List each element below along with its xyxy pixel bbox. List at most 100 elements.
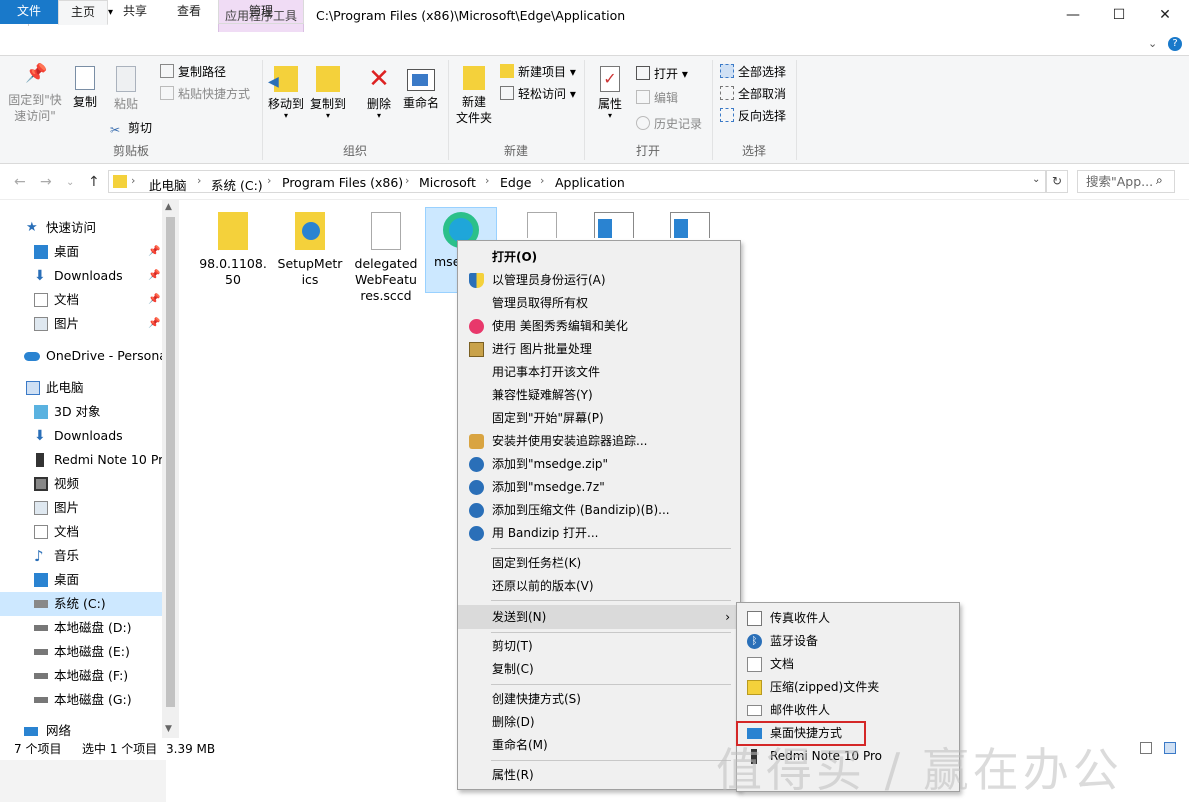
file-item-folder-98[interactable]: 98.0.1108. 50 <box>197 208 269 288</box>
menu-properties[interactable]: 属性(R) <box>458 764 740 787</box>
close-button[interactable]: ✕ <box>1142 0 1188 32</box>
menu-send-to[interactable]: 发送到(N) › <box>458 605 740 629</box>
menu-notepad[interactable]: 用记事本打开该文件 <box>458 361 740 384</box>
crumb-program-files[interactable]: Program Files (x86) <box>282 175 403 190</box>
menu-compat[interactable]: 兼容性疑难解答(Y) <box>458 384 740 407</box>
copy-button[interactable]: 复制 <box>68 66 102 110</box>
new-folder-button[interactable]: 新建 文件夹 <box>452 66 496 126</box>
menu-copy[interactable]: 复制(C) <box>458 658 740 681</box>
nav-qa-downloads[interactable]: ⬇ Downloads 📌 <box>0 264 162 288</box>
menu-meitu[interactable]: 使用 美图秀秀编辑和美化 <box>458 315 740 338</box>
ribbon-collapse-icon[interactable]: ⌄ <box>1148 37 1157 50</box>
menu-add-zip[interactable]: 添加到"msedge.zip" <box>458 453 740 476</box>
crumb-microsoft[interactable]: Microsoft <box>419 175 476 190</box>
menu-pin-start[interactable]: 固定到"开始"屏幕(P) <box>458 407 740 430</box>
sendto-fax[interactable]: 传真收件人 <box>737 607 959 630</box>
edit-button[interactable]: 编辑 <box>636 88 678 108</box>
nav-music[interactable]: ♪ 音乐 <box>0 544 162 568</box>
search-icon[interactable]: ⌕ <box>1156 173 1163 188</box>
nav-onedrive[interactable]: OneDrive - Personal <box>0 344 162 368</box>
sendto-documents[interactable]: 文档 <box>737 653 959 676</box>
pin-quick-access-button[interactable]: 📌 固定到"快 速访问" <box>6 65 64 124</box>
back-arrow-icon[interactable]: ← <box>14 174 26 190</box>
copy-to-button[interactable]: 复制到 ▾ <box>308 66 348 120</box>
crumb-this-pc[interactable]: 此电脑 <box>149 175 187 194</box>
menu-add-archive[interactable]: 添加到压缩文件 (Bandizip)(B)... <box>458 499 740 522</box>
maximize-button[interactable]: ☐ <box>1096 0 1142 32</box>
help-icon[interactable]: ? <box>1168 37 1182 51</box>
details-view-icon[interactable] <box>1140 742 1152 754</box>
paste-button[interactable]: 粘贴 <box>108 66 144 112</box>
tab-file[interactable]: 文件 <box>0 0 58 24</box>
scroll-down-icon[interactable]: ▼ <box>165 724 172 734</box>
menu-restore-versions[interactable]: 还原以前的版本(V) <box>458 575 740 598</box>
nav-qa-desktop[interactable]: 桌面 📌 <box>0 240 162 264</box>
refresh-icon[interactable]: ↻ <box>1046 170 1068 193</box>
menu-open[interactable]: 打开(O) <box>458 246 740 269</box>
nav-desktop[interactable]: 桌面 <box>0 568 162 592</box>
file-item-delegated[interactable]: delegated WebFeatu res.sccd <box>350 208 422 304</box>
file-item-partial[interactable] <box>654 208 726 238</box>
nav-drive-d[interactable]: 本地磁盘 (D:) <box>0 616 162 640</box>
easy-access-button[interactable]: 轻松访问 ▾ <box>500 84 576 104</box>
history-button[interactable]: 历史记录 <box>636 114 702 134</box>
menu-delete[interactable]: 删除(D) <box>458 711 740 734</box>
nav-qa-pictures[interactable]: 图片 📌 <box>0 312 162 336</box>
sendto-zip[interactable]: 压缩(zipped)文件夹 <box>737 676 959 699</box>
menu-pin-taskbar[interactable]: 固定到任务栏(K) <box>458 552 740 575</box>
select-none-button[interactable]: 全部取消 <box>720 84 786 104</box>
menu-add-7z[interactable]: 添加到"msedge.7z" <box>458 476 740 499</box>
tab-view[interactable]: 查看 <box>163 0 215 24</box>
nav-drive-e[interactable]: 本地磁盘 (E:) <box>0 640 162 664</box>
large-icons-view-icon[interactable] <box>1164 742 1176 754</box>
crumb-edge[interactable]: Edge <box>500 175 531 190</box>
tab-home[interactable]: 主页 <box>58 0 108 25</box>
menu-tracker[interactable]: 安装并使用安装追踪器追踪... <box>458 430 740 453</box>
invert-selection-button[interactable]: 反向选择 <box>720 106 786 126</box>
menu-batch-process[interactable]: 进行 图片批量处理 <box>458 338 740 361</box>
up-arrow-icon[interactable]: ↑ <box>88 174 100 190</box>
properties-button[interactable]: ✓ 属性 ▾ <box>592 66 628 120</box>
menu-rename[interactable]: 重命名(M) <box>458 734 740 757</box>
menu-take-ownership[interactable]: 管理员取得所有权 <box>458 292 740 315</box>
file-item-partial[interactable] <box>578 208 650 238</box>
forward-arrow-icon[interactable]: → <box>40 174 52 190</box>
delete-button[interactable]: ✕ 删除 ▾ <box>362 66 396 120</box>
recent-locations-icon[interactable]: ⌄ <box>66 177 74 188</box>
nav-videos[interactable]: 视频 <box>0 472 162 496</box>
nav-drive-f[interactable]: 本地磁盘 (F:) <box>0 664 162 688</box>
menu-run-as-admin[interactable]: 以管理员身份运行(A) <box>458 269 740 292</box>
sendto-mail[interactable]: 邮件收件人 <box>737 699 959 722</box>
sendto-bluetooth[interactable]: ᛒ 蓝牙设备 <box>737 630 959 653</box>
tab-manage[interactable]: 管理 <box>218 0 304 24</box>
move-to-button[interactable]: ◀ 移动到 ▾ <box>266 66 306 120</box>
copy-path-button[interactable]: 复制路径 <box>160 62 226 82</box>
menu-create-shortcut[interactable]: 创建快捷方式(S) <box>458 688 740 711</box>
nav-system-c[interactable]: 系统 (C:) <box>0 592 162 616</box>
tab-share[interactable]: 共享 <box>110 0 160 24</box>
nav-3d-objects[interactable]: 3D 对象 <box>0 400 162 424</box>
crumb-application[interactable]: Application <box>555 175 625 190</box>
nav-downloads[interactable]: ⬇ Downloads <box>0 424 162 448</box>
scroll-up-icon[interactable]: ▲ <box>165 202 172 212</box>
nav-scroll-thumb[interactable] <box>166 217 175 707</box>
select-all-button[interactable]: 全部选择 <box>720 62 786 82</box>
rename-button[interactable]: 重命名 <box>400 66 442 111</box>
minimize-button[interactable]: — <box>1050 0 1096 32</box>
file-item-partial[interactable] <box>506 208 578 238</box>
open-button[interactable]: 打开 ▾ <box>636 64 688 84</box>
nav-qa-documents[interactable]: 文档 📌 <box>0 288 162 312</box>
paste-shortcut-button[interactable]: 粘贴快捷方式 <box>160 84 250 104</box>
nav-drive-g[interactable]: 本地磁盘 (G:) <box>0 688 162 712</box>
nav-redmi[interactable]: Redmi Note 10 Pro <box>0 448 162 472</box>
crumb-system-c[interactable]: 系统 (C:) <box>211 175 263 194</box>
menu-bandizip-open[interactable]: 用 Bandizip 打开... <box>458 522 740 545</box>
new-item-button[interactable]: 新建项目 ▾ <box>500 62 576 82</box>
nav-this-pc[interactable]: 此电脑 <box>0 376 162 400</box>
cut-button[interactable]: ✂ 剪切 <box>110 118 152 138</box>
file-item-setupmetrics[interactable]: SetupMetr ics <box>274 208 346 288</box>
address-dropdown-icon[interactable]: ⌄ <box>1032 174 1040 185</box>
nav-pictures[interactable]: 图片 <box>0 496 162 520</box>
address-box[interactable]: › 此电脑 › 系统 (C:) › Program Files (x86) › … <box>108 170 1046 193</box>
nav-documents[interactable]: 文档 <box>0 520 162 544</box>
